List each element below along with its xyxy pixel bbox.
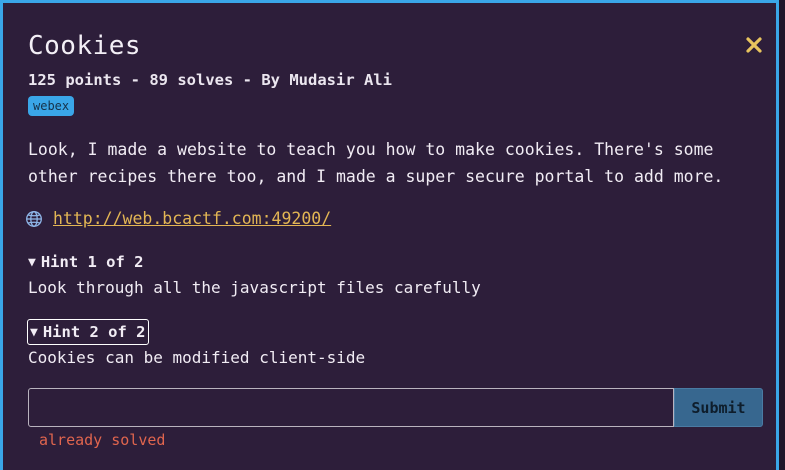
points-text: 125 points bbox=[28, 71, 122, 89]
challenge-meta: 125 points - 89 solves - By Mudasir Ali bbox=[28, 71, 392, 89]
hint-2-label: Hint 2 of 2 bbox=[42, 323, 146, 341]
close-icon[interactable] bbox=[743, 34, 765, 56]
triangle-down-icon: ▼ bbox=[30, 324, 38, 340]
submit-button[interactable]: Submit bbox=[674, 388, 763, 427]
category-tag: webex bbox=[28, 96, 75, 116]
hint-2-text: Cookies can be modified client-side bbox=[28, 348, 366, 367]
solve-status: already solved bbox=[39, 431, 166, 449]
challenge-description: Look, I made a website to teach you how … bbox=[28, 140, 724, 186]
meta-separator: - bbox=[121, 71, 150, 89]
author-text: By Mudasir Ali bbox=[261, 71, 392, 89]
globe-icon bbox=[26, 210, 42, 227]
challenge-link-row: http://web.bcactf.com:49200/ bbox=[25, 209, 331, 228]
hint-2-toggle[interactable]: ▼ Hint 2 of 2 bbox=[27, 319, 150, 345]
solves-text: 89 solves bbox=[149, 71, 234, 89]
challenge-title: Cookies bbox=[28, 31, 142, 61]
hint-1-toggle[interactable]: ▼ Hint 1 of 2 bbox=[28, 253, 143, 271]
challenge-modal: Cookies 125 points - 89 solves - By Muda… bbox=[0, 0, 779, 470]
hint-1-label: Hint 1 of 2 bbox=[40, 253, 144, 271]
hint-1-text: Look through all the javascript files ca… bbox=[28, 278, 481, 297]
challenge-link[interactable]: http://web.bcactf.com:49200/ bbox=[53, 209, 331, 228]
triangle-down-icon: ▼ bbox=[28, 254, 36, 270]
meta-separator: - bbox=[233, 71, 262, 89]
flag-input[interactable] bbox=[28, 388, 674, 427]
